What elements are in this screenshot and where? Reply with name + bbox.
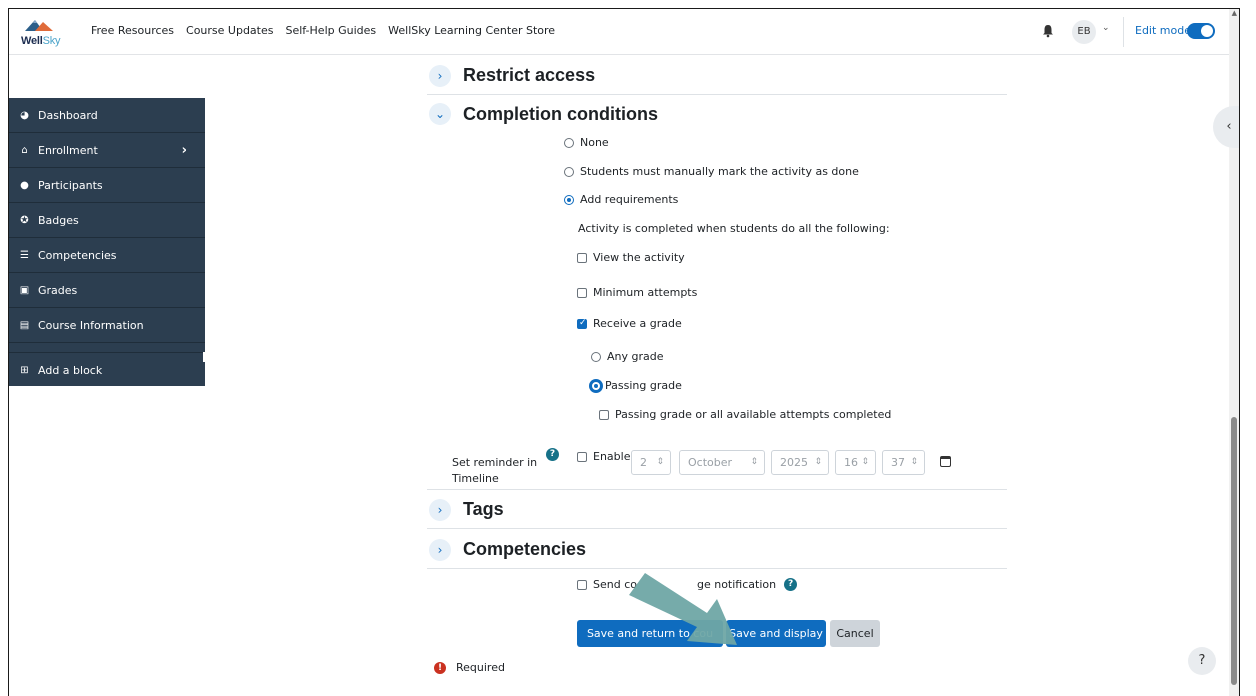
users-icon: ●	[20, 179, 29, 191]
drawer-item-participants[interactable]: ● Participants	[9, 168, 205, 203]
checkbox[interactable]	[577, 318, 587, 329]
chevron-right-icon: ›	[181, 142, 187, 158]
browser-frame: WellSky Free Resources Course Updates Se…	[8, 8, 1240, 696]
divider	[427, 489, 1007, 490]
nav-free-resources[interactable]: Free Resources	[91, 24, 174, 37]
required-label: Required	[456, 661, 505, 674]
checkbox-send-notification[interactable]: Send co ge notification ?	[577, 578, 798, 591]
section-restrict-access[interactable]: › Restrict access	[427, 57, 1007, 95]
checkbox[interactable]	[577, 579, 587, 590]
radio-button[interactable]	[564, 194, 574, 205]
requirements-description: Activity is completed when students do a…	[578, 222, 890, 235]
top-navbar: WellSky Free Resources Course Updates Se…	[9, 9, 1239, 55]
select-arrow-icon: ⇕	[814, 457, 822, 467]
select-arrow-icon: ⇕	[750, 457, 758, 467]
checkbox[interactable]	[577, 451, 587, 462]
logo-text: WellSky	[21, 35, 61, 47]
grades-icon: ▣	[19, 284, 30, 296]
checkbox-receive-grade[interactable]: Receive a grade	[577, 317, 682, 330]
hour-select[interactable]: 16 ⇕	[835, 450, 876, 475]
chevron-left-icon: ‹	[1226, 119, 1232, 134]
drawer-item-enrollment[interactable]: ⌂ Enrollment ›	[9, 133, 205, 168]
divider	[1123, 17, 1124, 47]
logo-mountain-icon	[25, 20, 53, 31]
plus-square-icon: ⊞	[20, 365, 29, 376]
wellsky-logo[interactable]: WellSky	[21, 17, 61, 47]
save-display-button[interactable]: Save and display	[726, 620, 826, 647]
list-icon: ☰	[20, 249, 29, 261]
chevron-down-icon[interactable]: ⌄	[1102, 23, 1110, 33]
avatar[interactable]: EB	[1072, 20, 1096, 44]
chevron-right-icon[interactable]: ›	[429, 64, 451, 87]
radio-button[interactable]	[591, 351, 601, 362]
radio-button[interactable]	[591, 380, 601, 391]
drawer-item-badges[interactable]: ✪ Badges	[9, 203, 205, 238]
radio-passing-grade[interactable]: Passing grade	[591, 379, 682, 392]
month-select[interactable]: October ⇕	[679, 450, 765, 475]
select-arrow-icon: ⇕	[656, 457, 664, 467]
drawer-separator	[9, 343, 205, 353]
radio-any-grade[interactable]: Any grade	[591, 350, 664, 363]
scroll-thumb[interactable]	[1231, 417, 1237, 685]
chevron-down-icon[interactable]: ⌄	[429, 103, 451, 125]
nav-self-help-guides[interactable]: Self-Help Guides	[285, 24, 376, 37]
checkbox-passing-or-all[interactable]: Passing grade or all available attempts …	[599, 408, 891, 421]
calendar-icon[interactable]	[940, 456, 951, 467]
section-competencies[interactable]: › Competencies	[427, 531, 1007, 569]
checkbox-minimum-attempts[interactable]: Minimum attempts	[577, 286, 697, 299]
drawer-edge	[203, 352, 206, 362]
help-icon[interactable]: ?	[546, 448, 559, 461]
chevron-right-icon[interactable]: ›	[429, 498, 451, 521]
block-drawer-toggle[interactable]: ‹	[1213, 106, 1239, 148]
radio-button[interactable]	[564, 166, 574, 177]
edit-mode-toggle[interactable]	[1187, 23, 1215, 39]
radio-none[interactable]: None	[564, 136, 609, 149]
drawer-item-dashboard[interactable]: ◕ Dashboard	[9, 98, 205, 133]
radio-manual[interactable]: Students must manually mark the activity…	[564, 165, 859, 178]
checkbox[interactable]	[577, 287, 587, 298]
nav-course-updates[interactable]: Course Updates	[186, 24, 273, 37]
reminder-label: Set reminder in Timeline	[452, 456, 538, 485]
minute-select[interactable]: 37 ⇕	[882, 450, 925, 475]
add-block-button[interactable]: ⊞ Add a block	[9, 353, 205, 388]
checkbox[interactable]	[599, 409, 609, 420]
day-select[interactable]: 2 ⇕	[631, 450, 671, 475]
drawer-item-course-information[interactable]: ▤ Course Information	[9, 308, 205, 343]
cancel-button[interactable]: Cancel	[830, 620, 880, 647]
nav-learning-center-store[interactable]: WellSky Learning Center Store	[388, 24, 555, 37]
badge-icon: ✪	[20, 214, 29, 226]
select-arrow-icon: ⇕	[910, 457, 918, 467]
drawer-item-competencies[interactable]: ☰ Competencies	[9, 238, 205, 273]
dashboard-icon: ◕	[20, 109, 29, 121]
save-return-button[interactable]: Save and return to cou	[577, 620, 723, 647]
bell-icon[interactable]	[1041, 24, 1055, 38]
scroll-up-icon[interactable]: ▲	[1232, 9, 1237, 17]
help-button[interactable]: ?	[1188, 647, 1216, 675]
bank-icon: ⌂	[21, 144, 28, 156]
section-tags[interactable]: › Tags	[427, 491, 1007, 529]
edit-mode-label: Edit mode	[1135, 24, 1191, 37]
required-icon: !	[434, 662, 446, 674]
checkbox-enable-reminder[interactable]: Enable	[577, 450, 630, 463]
radio-button[interactable]	[564, 137, 574, 148]
chevron-right-icon[interactable]: ›	[429, 538, 451, 561]
select-arrow-icon: ⇕	[861, 457, 869, 467]
checkbox-view-activity[interactable]: View the activity	[577, 251, 685, 264]
drawer-item-grades[interactable]: ▣ Grades	[9, 273, 205, 308]
help-icon[interactable]: ?	[784, 578, 798, 591]
checkbox[interactable]	[577, 252, 587, 263]
year-select[interactable]: 2025 ⇕	[771, 450, 829, 475]
course-drawer: ◕ Dashboard ⌂ Enrollment › ● Participant…	[9, 98, 205, 386]
radio-add-requirements[interactable]: Add requirements	[564, 193, 678, 206]
info-card-icon: ▤	[19, 319, 30, 331]
section-completion-conditions[interactable]: ⌄ Completion conditions	[427, 95, 1007, 133]
primary-nav: Free Resources Course Updates Self-Help …	[91, 24, 555, 37]
